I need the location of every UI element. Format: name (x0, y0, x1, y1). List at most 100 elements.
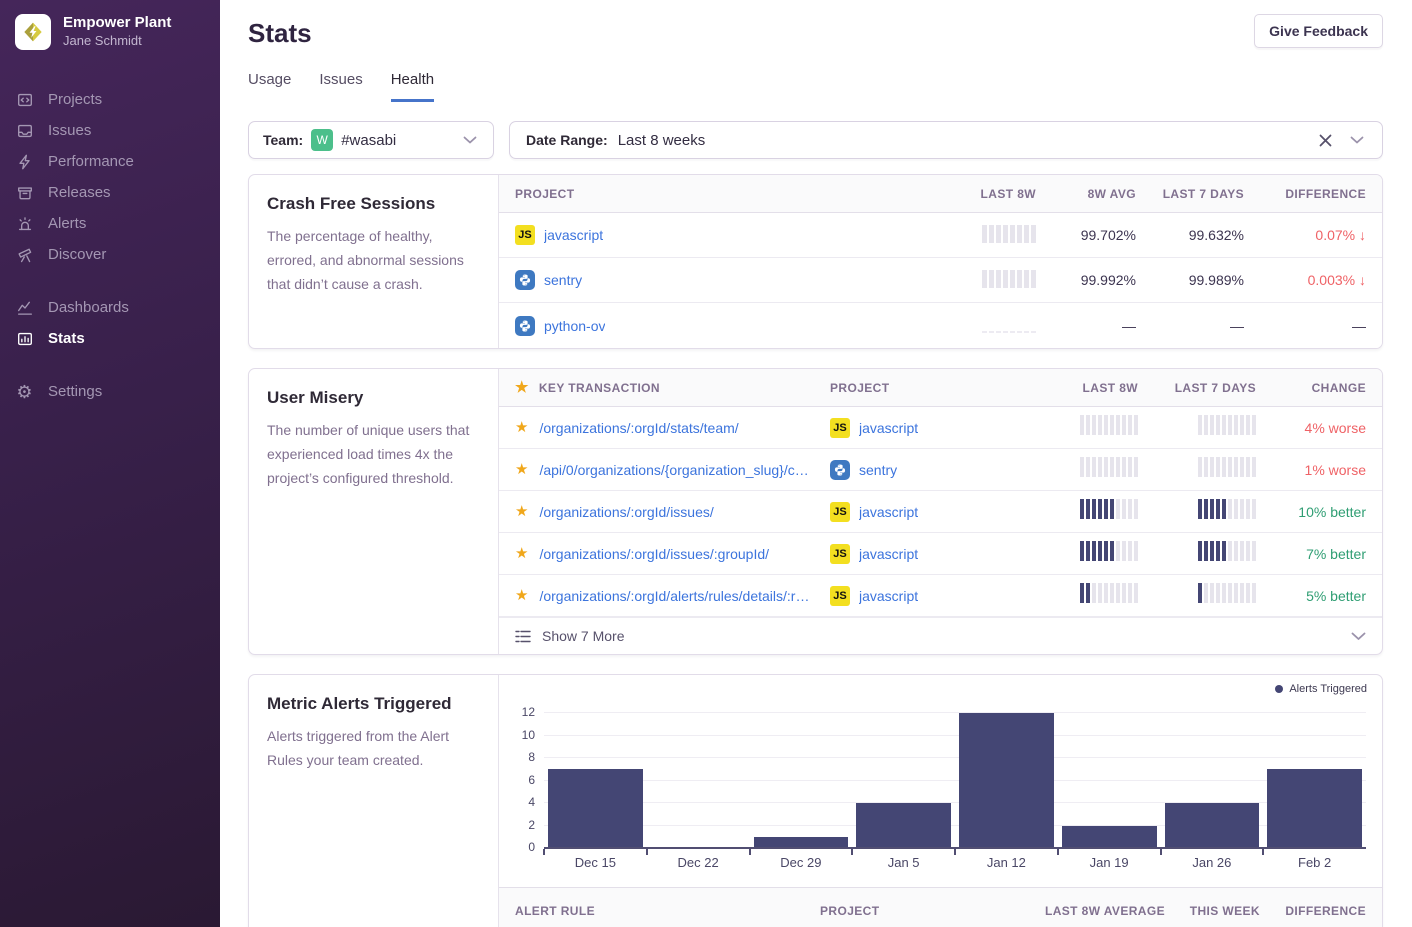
sidebar-item-label: Releases (48, 184, 111, 201)
date-range-selector[interactable]: Date Range: Last 8 weeks (509, 121, 1383, 159)
8w-avg-cell: — (1122, 318, 1136, 334)
transaction-link[interactable]: /organizations/:orgId/issues/:groupId/ (539, 546, 769, 562)
sparkline-bars (1198, 541, 1256, 561)
org-switcher[interactable]: Empower Plant Jane Schmidt (15, 14, 220, 50)
sidebar-item-releases[interactable]: Releases (15, 177, 220, 208)
project-link[interactable]: javascript (859, 420, 918, 436)
key-transaction-star-icon[interactable]: ★ (515, 588, 528, 603)
project-link[interactable]: javascript (859, 588, 918, 604)
key-transaction-star-icon[interactable]: ★ (515, 420, 528, 435)
project-cell: JSjavascript (830, 418, 1018, 438)
nav-section-0: ProjectsIssuesPerformance Releases Alerts D… (15, 84, 220, 270)
x-axis-label: Jan 19 (1058, 855, 1161, 870)
list-icon (515, 630, 531, 643)
chart-bar[interactable] (959, 713, 1054, 848)
transaction-link[interactable]: /api/0/organizations/{organization_slug}… (539, 462, 810, 478)
chart-bar[interactable] (1062, 826, 1157, 849)
x-axis-label: Feb 2 (1263, 855, 1366, 870)
project-link[interactable]: javascript (859, 546, 918, 562)
x-axis-label: Dec 22 (647, 855, 750, 870)
sparkline-bars (1080, 541, 1138, 561)
tab-usage[interactable]: Usage (248, 71, 291, 102)
column-header: LAST 8W (1083, 381, 1138, 395)
project-link[interactable]: sentry (859, 462, 897, 478)
y-axis-tick-label: 8 (528, 750, 535, 764)
chart-bar-slot (647, 713, 750, 848)
alert-rule-table-header: ALERT RULEPROJECTLAST 8W AVERAGETHIS WEE… (499, 887, 1382, 927)
chart-bar-slot (544, 713, 647, 848)
table-row: sentry99.992%99.989%0.003% ↓ (499, 258, 1382, 303)
transaction-link[interactable]: /organizations/:orgId/alerts/rules/detai… (539, 588, 810, 604)
user-misery-title: User Misery (267, 388, 480, 408)
chevron-down-icon[interactable] (1351, 632, 1366, 641)
python-platform-icon (830, 460, 850, 480)
project-link[interactable]: python-ov (544, 318, 605, 334)
sidebar-item-settings[interactable]: ⚙Settings (15, 376, 220, 407)
transaction-link[interactable]: /organizations/:orgId/stats/team/ (539, 420, 738, 436)
key-transaction-star-icon[interactable]: ★ (515, 504, 528, 519)
key-transaction-star-icon[interactable]: ★ (515, 546, 528, 561)
key-transaction-star-icon[interactable]: ★ (515, 462, 528, 477)
difference-cell: 0.07% ↓ (1315, 227, 1366, 243)
crash-free-sessions-panel: Crash Free Sessions The percentage of he… (248, 174, 1383, 349)
project-cell: sentry (830, 460, 1018, 480)
column-header: THIS WEEK (1190, 904, 1260, 918)
column-header: ★KEY TRANSACTION (515, 380, 830, 395)
sidebar-item-alerts[interactable]: Alerts (15, 208, 220, 239)
change-cell: 7% better (1306, 546, 1366, 562)
sparkline-bars (982, 223, 1036, 243)
project-cell: JSjavascript (515, 225, 924, 245)
key-transaction-cell: ★ /organizations/:orgId/issues/:groupId/ (515, 546, 830, 562)
sidebar-item-label: Alerts (48, 215, 86, 232)
tab-issues[interactable]: Issues (319, 71, 362, 102)
difference-cell: 0.003% ↓ (1308, 272, 1366, 288)
primary-navigation: ProjectsIssuesPerformance Releases Alerts D… (15, 84, 220, 407)
sparkline-bars (1198, 415, 1256, 435)
give-feedback-button[interactable]: Give Feedback (1254, 14, 1383, 48)
sidebar-item-label: Stats (48, 330, 85, 347)
change-cell: 1% worse (1305, 462, 1366, 478)
crash-free-title: Crash Free Sessions (267, 194, 480, 214)
show-more-row[interactable]: Show 7 More (499, 617, 1382, 654)
sidebar-item-discover[interactable]: Discover (15, 239, 220, 270)
chart-bar-slot (750, 713, 853, 848)
column-header: CHANGE (1312, 381, 1366, 395)
team-value: #wasabi (341, 132, 396, 149)
crash-free-description: The percentage of healthy, errored, and … (267, 224, 480, 296)
x-axis-label: Jan 26 (1161, 855, 1264, 870)
last-8w-cell (1080, 541, 1138, 566)
sparkline-bars (1080, 499, 1138, 519)
sidebar-item-projects[interactable]: Projects (15, 84, 220, 115)
chart-bar[interactable] (1165, 803, 1260, 848)
star-icon: ★ (515, 380, 529, 395)
table-row: ★ /organizations/:orgId/stats/team/JSjava… (499, 407, 1382, 449)
javascript-platform-icon: JS (830, 544, 850, 564)
releases-icon (15, 183, 34, 202)
chart-bar-slot (1263, 713, 1366, 848)
sidebar-item-dashboards[interactable]: Dashboards (15, 292, 220, 323)
chart-bar[interactable] (856, 803, 951, 848)
transaction-link[interactable]: /organizations/:orgId/issues/ (539, 504, 713, 520)
last-7-days-cell (1198, 457, 1256, 482)
filter-bar: Team: W #wasabi Date Range: Last 8 weeks (248, 121, 1383, 159)
project-link[interactable]: javascript (544, 227, 603, 243)
chart-bar[interactable] (548, 769, 643, 848)
app-window: Empower Plant Jane Schmidt ProjectsIssue… (0, 0, 1412, 927)
sidebar-item-stats[interactable]: Stats (15, 323, 220, 354)
project-link[interactable]: sentry (544, 272, 582, 288)
nav-section-2: ⚙Settings (15, 376, 220, 407)
clear-icon[interactable] (1314, 134, 1336, 147)
date-range-label: Date Range: (526, 132, 608, 148)
user-misery-table: ★KEY TRANSACTIONPROJECTLAST 8WLAST 7 DAY… (499, 369, 1382, 654)
tab-health[interactable]: Health (391, 71, 434, 102)
sidebar-item-performance[interactable]: Performance (15, 146, 220, 177)
project-link[interactable]: javascript (859, 504, 918, 520)
chart-legend: Alerts Triggered (1275, 683, 1367, 695)
date-range-value: Last 8 weeks (618, 132, 706, 149)
sidebar: Empower Plant Jane Schmidt ProjectsIssue… (0, 0, 220, 927)
team-selector[interactable]: Team: W #wasabi (248, 121, 494, 159)
user-misery-panel: User Misery The number of unique users t… (248, 368, 1383, 655)
chart-bar[interactable] (1267, 769, 1362, 848)
8w-avg-cell: 99.702% (1081, 227, 1136, 243)
sidebar-item-issues[interactable]: Issues (15, 115, 220, 146)
